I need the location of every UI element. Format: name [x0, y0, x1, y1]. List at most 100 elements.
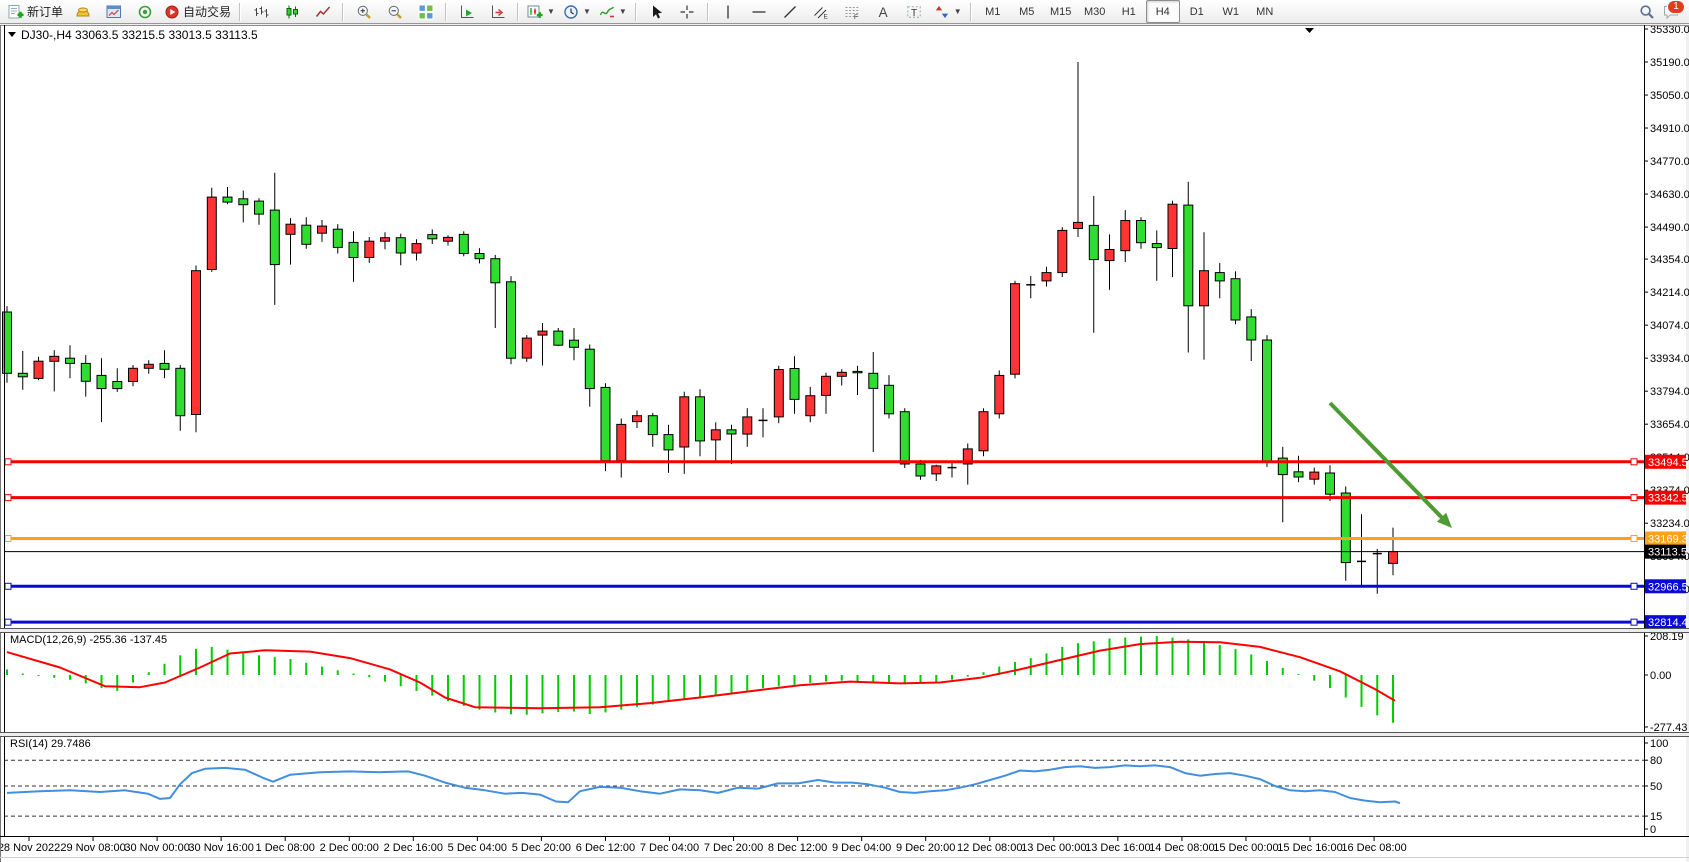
- svg-text:13 Dec 16:00: 13 Dec 16:00: [1085, 842, 1150, 854]
- line-handle-right[interactable]: [1631, 495, 1637, 501]
- vertical-line-button[interactable]: [713, 0, 744, 23]
- timeframe-m1-button[interactable]: M1: [976, 0, 1010, 23]
- text-icon: A: [875, 4, 891, 20]
- chart-canvas[interactable]: 35330.035190.035050.034910.034770.034630…: [0, 25, 1689, 862]
- svg-text:80: 80: [1650, 755, 1662, 767]
- price-badge: 32966.5: [1645, 579, 1688, 593]
- line-handle-left[interactable]: [5, 583, 11, 589]
- timeframe-m30-button[interactable]: M30: [1078, 0, 1112, 23]
- trendline-icon: [782, 4, 798, 20]
- chart-shift-button[interactable]: [482, 0, 513, 23]
- chart-menu-triangle[interactable]: [8, 32, 16, 37]
- profiles-icon: [75, 4, 91, 20]
- auto-scroll-icon: [459, 4, 475, 20]
- toolbar-separator: [342, 3, 344, 21]
- timeframe-h1-button[interactable]: H1: [1112, 0, 1146, 23]
- toolbar-group-trade: 新订单 自动交易: [4, 0, 235, 24]
- zoom-in-icon: [356, 4, 372, 20]
- svg-text:7 Dec 20:00: 7 Dec 20:00: [704, 842, 763, 854]
- templates-button[interactable]: ▼: [595, 0, 631, 23]
- crosshair-button[interactable]: [672, 0, 703, 23]
- timeframe-d1-button[interactable]: D1: [1180, 0, 1214, 23]
- line-handle-right[interactable]: [1631, 619, 1637, 625]
- price-badge: 33169.3: [1645, 531, 1688, 545]
- timeframe-m15-button[interactable]: M15: [1044, 0, 1078, 23]
- channel-button[interactable]: E: [806, 0, 837, 23]
- line-handle-left[interactable]: [5, 535, 11, 541]
- toolbar-group-chart-types: [245, 0, 338, 24]
- svg-text:33113.5: 33113.5: [1648, 547, 1687, 559]
- channel-icon: E: [813, 4, 829, 20]
- line-handle-left[interactable]: [5, 495, 11, 501]
- autotrading-icon: [164, 4, 180, 20]
- line-handle-left[interactable]: [5, 459, 11, 465]
- new-order-icon: [8, 4, 24, 20]
- new-order-button[interactable]: 新订单: [4, 0, 67, 23]
- price-badge: 32814.4: [1645, 615, 1688, 629]
- arrows-button[interactable]: ▼: [930, 0, 966, 23]
- svg-text:2 Dec 16:00: 2 Dec 16:00: [384, 842, 443, 854]
- svg-text:12 Dec 08:00: 12 Dec 08:00: [957, 842, 1022, 854]
- zoom-out-button[interactable]: [379, 0, 410, 23]
- button-label: 自动交易: [183, 3, 231, 20]
- line-handle-right[interactable]: [1631, 535, 1637, 541]
- line-chart-button[interactable]: [307, 0, 338, 23]
- svg-text:T: T: [911, 8, 917, 19]
- toolbar-separator: [707, 3, 709, 21]
- text-button[interactable]: A: [868, 0, 899, 23]
- tile-windows-icon: [418, 4, 434, 20]
- dropdown-arrow-icon[interactable]: ▼: [583, 7, 591, 16]
- templates-icon: [599, 4, 615, 20]
- candlestick-button[interactable]: [276, 0, 307, 23]
- line-handle-right[interactable]: [1631, 459, 1637, 465]
- fibonacci-button[interactable]: F: [837, 0, 868, 23]
- button-label: M5: [1019, 6, 1034, 18]
- tile-windows-button[interactable]: [410, 0, 441, 23]
- chat-button[interactable]: 1: [1663, 4, 1679, 20]
- svg-text:33794.0: 33794.0: [1650, 386, 1689, 398]
- autotrading-button[interactable]: 自动交易: [160, 0, 235, 23]
- price-badge: 33113.5: [1645, 545, 1687, 559]
- svg-text:A: A: [879, 5, 888, 20]
- horizontal-line-button[interactable]: [744, 0, 775, 23]
- dropdown-arrow-icon[interactable]: ▼: [547, 7, 555, 16]
- toolbar: 新订单 自动交易 ▼ ▼ ▼ EFA T ▼ M1 M5 M15 M30H1H4D1W1MN 1: [0, 0, 1689, 24]
- timeframe-m5-button[interactable]: M5: [1010, 0, 1044, 23]
- trendline-button[interactable]: [775, 0, 806, 23]
- profiles-button[interactable]: [67, 0, 98, 23]
- svg-text:2 Dec 00:00: 2 Dec 00:00: [320, 842, 379, 854]
- new-chart-button[interactable]: ▼: [523, 0, 559, 23]
- svg-text:34630.0: 34630.0: [1650, 189, 1689, 201]
- svg-text:50: 50: [1650, 781, 1662, 793]
- svg-text:34074.0: 34074.0: [1650, 320, 1689, 332]
- zoom-in-button[interactable]: [348, 0, 379, 23]
- timeframe-h4-button[interactable]: H4: [1146, 0, 1180, 23]
- svg-text:34770.0: 34770.0: [1650, 156, 1689, 168]
- dropdown-arrow-icon[interactable]: ▼: [619, 7, 627, 16]
- toolbar-group-zoom: [348, 0, 441, 24]
- periods-button[interactable]: ▼: [559, 0, 595, 23]
- cursor-button[interactable]: [641, 0, 672, 23]
- label-button[interactable]: T: [899, 0, 930, 23]
- dropdown-arrow-icon[interactable]: ▼: [954, 7, 962, 16]
- svg-text:28 Nov 2022: 28 Nov 2022: [0, 842, 60, 854]
- price-badge: 33342.5: [1645, 491, 1688, 505]
- line-handle-right[interactable]: [1631, 583, 1637, 589]
- auto-scroll-button[interactable]: [451, 0, 482, 23]
- timeframe-w1-button[interactable]: W1: [1214, 0, 1248, 23]
- bar-chart-button[interactable]: [245, 0, 276, 23]
- line-handle-left[interactable]: [5, 619, 11, 625]
- search-button[interactable]: [1639, 4, 1655, 20]
- price-badge: 33494.5: [1645, 455, 1688, 469]
- market-depth-button[interactable]: [129, 0, 160, 23]
- button-label: M1: [985, 6, 1000, 18]
- svg-text:34490.0: 34490.0: [1650, 222, 1689, 234]
- toolbar-separator: [970, 3, 972, 21]
- svg-text:35190.0: 35190.0: [1650, 57, 1689, 69]
- chart-window-button[interactable]: [98, 0, 129, 23]
- svg-text:32814.4: 32814.4: [1648, 617, 1688, 629]
- crosshair-icon: [679, 4, 695, 20]
- svg-text:33494.5: 33494.5: [1648, 457, 1688, 469]
- button-label: M15: [1050, 6, 1071, 18]
- timeframe-mn-button[interactable]: MN: [1248, 0, 1282, 23]
